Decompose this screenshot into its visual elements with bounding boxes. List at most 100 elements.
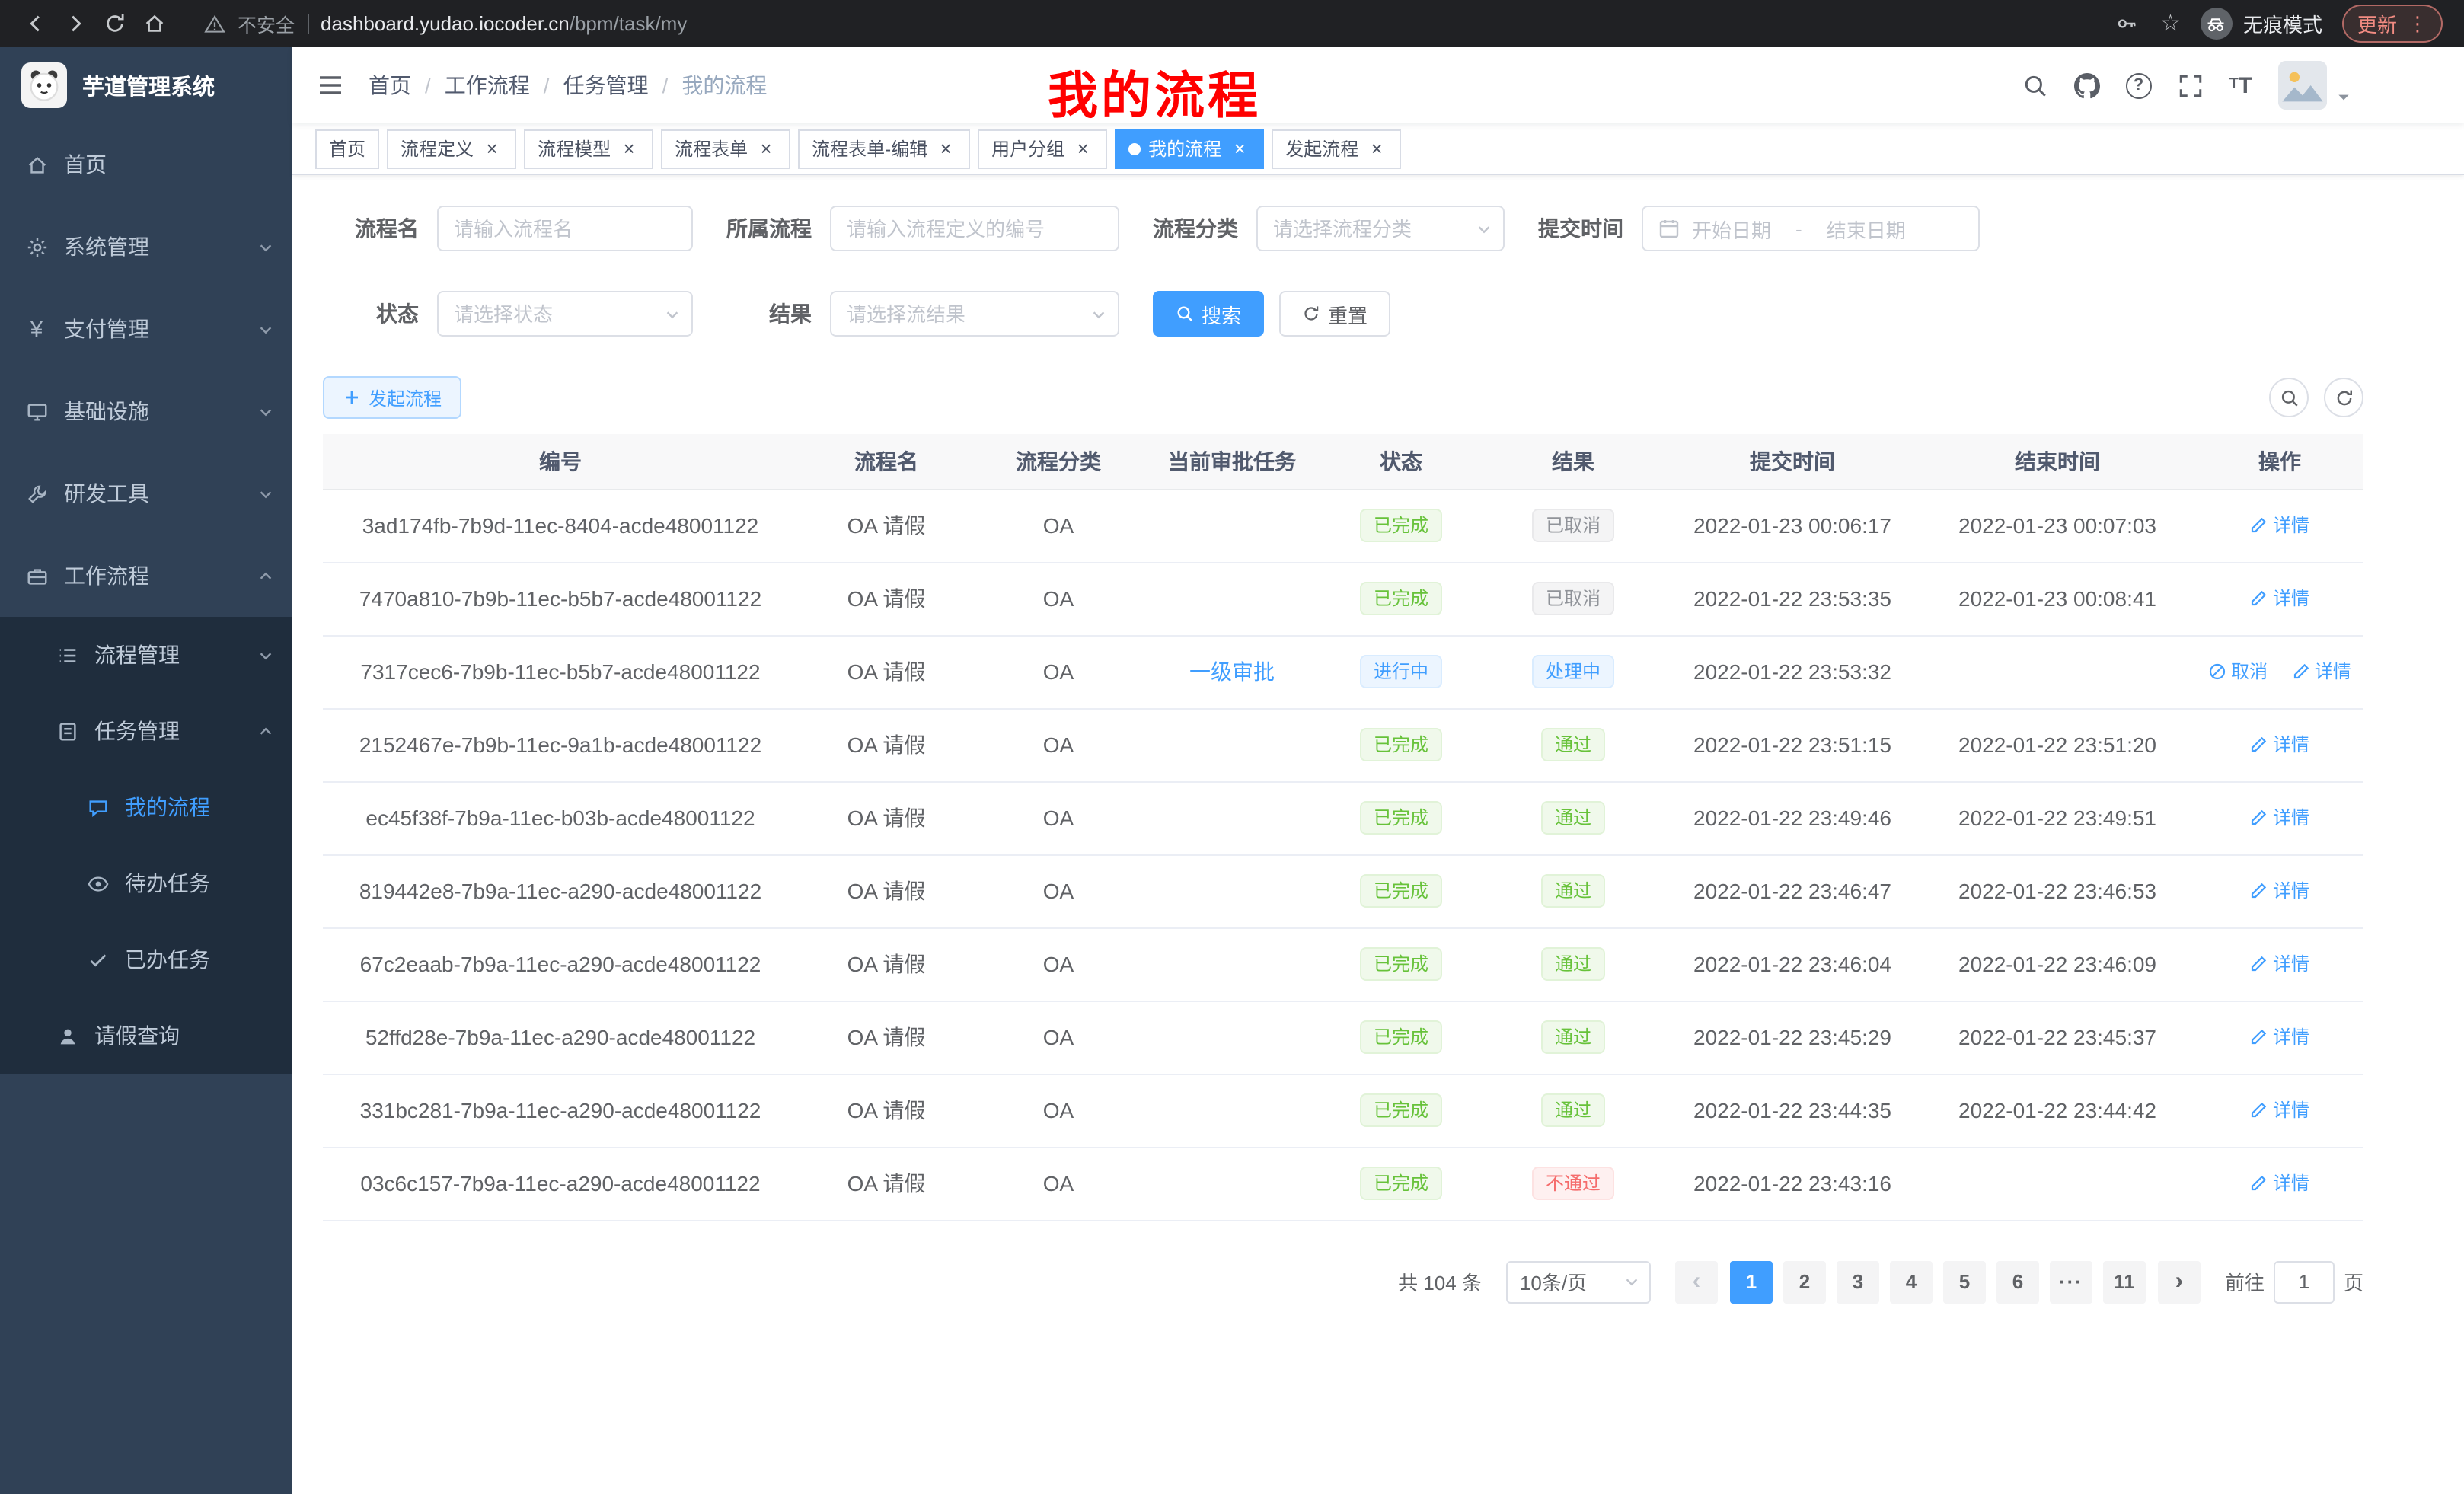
browser-back-icon[interactable] bbox=[21, 10, 49, 37]
prev-page-button[interactable]: ‹ bbox=[1675, 1260, 1718, 1303]
cell-process-name: OA 请假 bbox=[798, 1001, 975, 1074]
create-process-button[interactable]: 发起流程 bbox=[323, 376, 461, 419]
browser-update-button[interactable]: 更新 ⋮ bbox=[2342, 5, 2443, 43]
search-icon[interactable] bbox=[2022, 72, 2047, 98]
toggle-search-button[interactable] bbox=[2269, 378, 2309, 417]
sidebar-item-workflow[interactable]: 工作流程 bbox=[0, 535, 292, 617]
sidebar-item-devtools[interactable]: 研发工具 bbox=[0, 452, 292, 535]
status-select[interactable] bbox=[437, 291, 693, 337]
tab-close-icon[interactable]: × bbox=[755, 138, 777, 159]
tab[interactable]: 首页 bbox=[315, 129, 379, 168]
sidebar-item-process-management[interactable]: 流程管理 bbox=[0, 617, 292, 693]
detail-action[interactable]: 详情 bbox=[2250, 878, 2309, 904]
next-page-button[interactable]: › bbox=[2158, 1260, 2201, 1303]
detail-action[interactable]: 详情 bbox=[2250, 1170, 2309, 1196]
browser-forward-icon[interactable] bbox=[61, 10, 88, 37]
tab[interactable]: 流程定义 × bbox=[387, 129, 516, 168]
category-select[interactable] bbox=[1256, 206, 1505, 251]
browser-home-icon[interactable] bbox=[140, 10, 168, 37]
help-icon[interactable]: ? bbox=[2125, 72, 2151, 98]
detail-action[interactable]: 详情 bbox=[2250, 732, 2309, 758]
refresh-button[interactable] bbox=[2324, 378, 2363, 417]
url-path: /bpm/task/my bbox=[570, 12, 688, 35]
cell-category: OA bbox=[975, 1001, 1142, 1074]
detail-action[interactable]: 详情 bbox=[2250, 805, 2309, 831]
tab-close-icon[interactable]: × bbox=[1072, 138, 1093, 159]
browser-menu-icon[interactable]: ⋮ bbox=[2408, 11, 2427, 36]
cell-current-task bbox=[1142, 708, 1322, 781]
search-button[interactable]: 搜索 bbox=[1153, 291, 1264, 337]
tab-close-icon[interactable]: × bbox=[618, 138, 640, 159]
page-button[interactable]: ··· bbox=[2050, 1260, 2092, 1303]
tab-close-icon[interactable]: × bbox=[481, 138, 503, 159]
browser-reload-icon[interactable] bbox=[101, 10, 128, 37]
sidebar-item-payment[interactable]: ¥ 支付管理 bbox=[0, 288, 292, 370]
cell-category: OA bbox=[975, 1074, 1142, 1147]
tab[interactable]: 发起流程 × bbox=[1272, 129, 1401, 168]
tab-close-icon[interactable]: × bbox=[1366, 138, 1387, 159]
user-menu[interactable] bbox=[2278, 61, 2351, 110]
result-select[interactable] bbox=[830, 291, 1119, 337]
page-size-select[interactable]: 10条/页 bbox=[1506, 1260, 1651, 1303]
page-button[interactable]: 4 bbox=[1890, 1260, 1933, 1303]
font-size-icon[interactable]: TT bbox=[2229, 74, 2252, 97]
fullscreen-icon[interactable] bbox=[2177, 72, 2203, 98]
password-key-icon[interactable] bbox=[2113, 10, 2140, 37]
page-button[interactable]: 1 bbox=[1730, 1260, 1773, 1303]
cell-end-time: 2022-01-22 23:51:20 bbox=[1919, 708, 2196, 781]
tabs-bar: 首页 流程定义 × 流程模型 × bbox=[292, 123, 2464, 175]
detail-action[interactable]: 详情 bbox=[2250, 586, 2309, 611]
detail-action[interactable]: 详情 bbox=[2250, 951, 2309, 977]
breadcrumb-item[interactable]: 首页 bbox=[369, 70, 411, 101]
result-tag: 通过 bbox=[1541, 1020, 1605, 1054]
status-tag: 进行中 bbox=[1360, 655, 1442, 688]
sidebar-item-task-management[interactable]: 任务管理 bbox=[0, 693, 292, 769]
table-header-row: 编号流程名流程分类当前审批任务状态结果提交时间结束时间操作 bbox=[323, 434, 2363, 489]
task-link[interactable]: 一级审批 bbox=[1189, 659, 1275, 684]
detail-action[interactable]: 详情 bbox=[2292, 659, 2351, 685]
sidebar-item-infrastructure[interactable]: 基础设施 bbox=[0, 370, 292, 452]
sidebar-item-system[interactable]: 系统管理 bbox=[0, 206, 292, 288]
breadcrumb-item[interactable]: 任务管理 bbox=[563, 70, 649, 101]
app-logo[interactable]: 芋道管理系统 bbox=[0, 47, 292, 123]
tab-close-icon[interactable]: × bbox=[935, 138, 956, 159]
cancel-action[interactable]: 取消 bbox=[2208, 659, 2268, 685]
cell-actions: 详情 bbox=[2196, 927, 2363, 1001]
bookmark-star-icon[interactable]: ☆ bbox=[2160, 12, 2181, 35]
cell-category: OA bbox=[975, 635, 1142, 708]
cell-submit-time: 2022-01-22 23:53:32 bbox=[1666, 635, 1919, 708]
breadcrumb-item[interactable]: 工作流程 bbox=[445, 70, 530, 101]
tab[interactable]: 我的流程 × bbox=[1115, 129, 1264, 168]
reset-button[interactable]: 重置 bbox=[1279, 291, 1390, 337]
main-area: 首页 / 工作流程 / 任务管理 / 我的流程 ? bbox=[292, 47, 2464, 1494]
page-button[interactable]: 6 bbox=[1996, 1260, 2039, 1303]
address-bar[interactable]: 不安全 dashboard.yudao.iocoder.cn/bpm/task/… bbox=[180, 9, 2101, 38]
tab[interactable]: 用户分组 × bbox=[978, 129, 1107, 168]
tab[interactable]: 流程模型 × bbox=[524, 129, 653, 168]
sidebar-item-done-tasks[interactable]: 已办任务 bbox=[0, 921, 292, 998]
goto-page-input[interactable] bbox=[2274, 1260, 2335, 1303]
sidebar-item-home[interactable]: 首页 bbox=[0, 123, 292, 206]
date-range-picker[interactable]: 开始日期 - 结束日期 bbox=[1642, 206, 1980, 251]
tab[interactable]: 流程表单-编辑 × bbox=[798, 129, 970, 168]
sidebar-item-my-process[interactable]: 我的流程 bbox=[0, 769, 292, 845]
tab[interactable]: 流程表单 × bbox=[661, 129, 790, 168]
result-tag: 不通过 bbox=[1532, 1167, 1614, 1200]
sidebar-item-todo-tasks[interactable]: 待办任务 bbox=[0, 845, 292, 921]
page-button[interactable]: 2 bbox=[1783, 1260, 1826, 1303]
process-definition-input[interactable] bbox=[830, 206, 1119, 251]
tab-close-icon[interactable]: × bbox=[1229, 138, 1250, 159]
detail-action[interactable]: 详情 bbox=[2250, 1097, 2309, 1123]
hamburger-icon[interactable] bbox=[292, 70, 369, 101]
pagination: 共 104 条 10条/页 ‹ 1 2 3 bbox=[323, 1260, 2363, 1303]
process-name-input[interactable] bbox=[437, 206, 693, 251]
sidebar-item-leave-query[interactable]: 请假查询 bbox=[0, 998, 292, 1074]
github-icon[interactable] bbox=[2073, 72, 2099, 98]
detail-action[interactable]: 详情 bbox=[2250, 1024, 2309, 1050]
cell-process-name: OA 请假 bbox=[798, 854, 975, 927]
page-button[interactable]: 5 bbox=[1943, 1260, 1986, 1303]
page-button[interactable]: 11 bbox=[2103, 1260, 2146, 1303]
page-button[interactable]: 3 bbox=[1837, 1260, 1879, 1303]
sidebar-item-label: 研发工具 bbox=[64, 478, 268, 509]
detail-action[interactable]: 详情 bbox=[2250, 512, 2309, 538]
